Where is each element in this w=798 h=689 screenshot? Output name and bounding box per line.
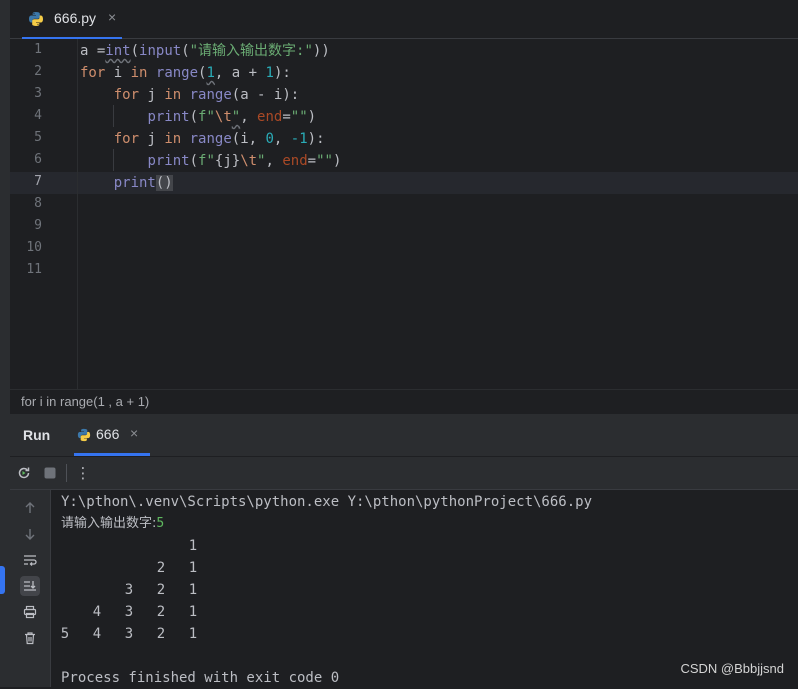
more-options-icon[interactable]: ⋮ [73,463,93,483]
breadcrumb[interactable]: for i in range(1 , a + 1) [10,389,798,414]
code-line-5: for j in range(i, 0, -1): [113,131,325,147]
line-number: 11 [26,262,42,277]
code-line-2: for i in range(1, a + 1): [80,65,291,81]
arrow-up-icon[interactable] [20,498,40,518]
run-toolbar: ⋮ [10,457,798,490]
python-file-icon [28,11,44,31]
line-number-current: 7 [34,174,42,189]
line-number: 10 [26,240,42,255]
code-line-4: print(f"\t", end="") [147,109,317,125]
code-line-3: for j in range(a - i): [113,87,300,103]
line-number: 1 [34,42,42,57]
line-number: 9 [34,218,42,233]
code-line-7: print() [113,175,173,191]
gutter-divider [77,39,78,389]
watermark: CSDN @Bbbjjsnd [680,661,784,676]
arrow-down-icon[interactable] [20,524,40,544]
line-number-gutter: 1 2 3 4 5 6 7 8 9 10 11 [10,39,78,389]
input-value: 5 [156,516,165,531]
editor-tab-666-py[interactable]: 666.py × [22,0,122,39]
line-number: 4 [34,108,42,123]
line-number: 6 [34,152,42,167]
line-number: 8 [34,196,42,211]
input-prompt: 请输入输出数字: [61,516,157,531]
close-run-tab-icon[interactable]: × [130,425,138,441]
editor-tab-bar: 666.py × [10,0,798,39]
python-file-icon [77,427,91,446]
run-panel-title: Run [23,427,51,443]
console-side-toolbar [10,490,51,687]
console-output[interactable]: Y:\pthon\.venv\Scripts\python.exe Y:\pth… [51,490,798,687]
line-number: 2 [34,64,42,79]
toolbar-separator [66,464,67,482]
scroll-to-end-icon[interactable] [20,576,40,596]
active-tool-indicator [0,566,5,594]
soft-wrap-icon[interactable] [20,550,40,570]
line-number: 5 [34,130,42,145]
console-prompt-line: 请输入输出数字:5 [61,513,164,535]
run-panel-header: Run 666 × [10,414,798,457]
console-command-line: Y:\pthon\.venv\Scripts\python.exe Y:\pth… [61,494,593,510]
rerun-icon[interactable] [14,463,34,483]
run-tab-label: 666 [96,426,120,442]
code-line-1: a =int(input("请输入输出数字:")) [80,43,330,59]
stop-icon[interactable] [40,463,60,483]
console-exit-line: Process finished with exit code 0 [61,670,340,686]
close-tab-icon[interactable]: × [108,9,116,25]
tab-filename: 666.py [54,10,97,26]
print-icon[interactable] [20,602,40,622]
code-editor[interactable]: 1 2 3 4 5 6 7 8 9 10 11 a =int(input("请输… [10,39,798,389]
breadcrumb-label: for i in range(1 , a + 1) [21,394,150,409]
run-tab-666[interactable]: 666 × [74,414,150,456]
trash-icon[interactable] [20,628,40,648]
code-line-6: print(f"{j}\t", end="") [147,153,342,169]
line-number: 3 [34,86,42,101]
